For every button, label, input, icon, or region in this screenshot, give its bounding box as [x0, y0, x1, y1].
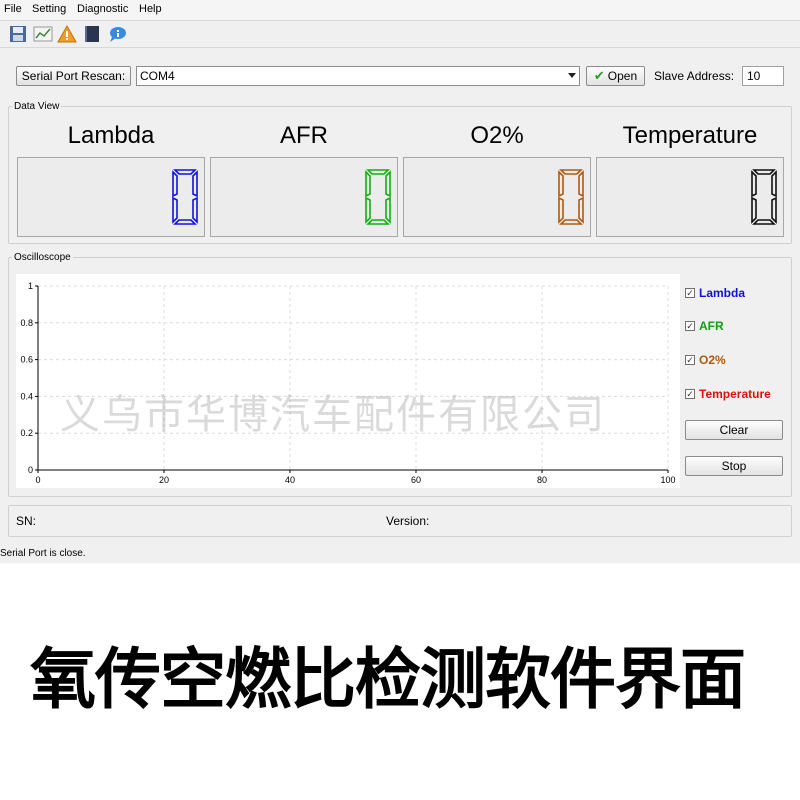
- version-label: Version:: [386, 514, 430, 528]
- checkbox-icon[interactable]: ✓: [685, 321, 695, 331]
- temperature-title: Temperature: [622, 122, 758, 149]
- slave-address-label: Slave Address:: [654, 69, 735, 83]
- afr-channel-toggle[interactable]: ✓ AFR: [685, 318, 724, 334]
- lambda-channel-label: Lambda: [699, 286, 746, 300]
- o2-display: [403, 157, 591, 237]
- o2-channel-toggle[interactable]: ✓ O2%: [685, 352, 726, 368]
- chevron-down-icon: [568, 73, 576, 78]
- x-tick-label: 40: [285, 475, 295, 485]
- y-tick-label: 1: [28, 281, 33, 291]
- x-tick-label: 100: [660, 475, 675, 485]
- clear-button[interactable]: Clear: [685, 420, 783, 440]
- o2-digit: [558, 169, 584, 225]
- sn-label: SN:: [16, 514, 37, 528]
- toolbar: [0, 21, 800, 47]
- y-tick-label: 0.2: [20, 428, 33, 438]
- x-tick-label: 60: [411, 475, 421, 485]
- afr-channel-label: AFR: [699, 319, 724, 333]
- lambda-channel-toggle[interactable]: ✓ Lambda: [685, 285, 745, 301]
- checkbox-icon[interactable]: ✓: [685, 389, 695, 399]
- stop-button[interactable]: Stop: [685, 456, 783, 476]
- y-tick-label: 0.8: [20, 318, 33, 328]
- y-tick-label: 0.6: [20, 355, 33, 365]
- x-tick-label: 80: [537, 475, 547, 485]
- afr-digit: [365, 169, 391, 225]
- caption-text: 氧传空燃比检测软件界面: [30, 642, 746, 716]
- menu-setting[interactable]: Setting: [32, 3, 66, 15]
- divider: [0, 47, 800, 48]
- save-icon[interactable]: [8, 24, 28, 44]
- menu-diagnostic[interactable]: Diagnostic: [77, 3, 128, 15]
- lambda-digit: [172, 169, 198, 225]
- menubar: File Setting Diagnostic Help: [0, 0, 800, 20]
- slave-address-input[interactable]: 10: [742, 66, 784, 86]
- afr-display: [210, 157, 398, 237]
- chart-icon[interactable]: [33, 24, 53, 44]
- temperature-channel-label: Temperature: [699, 387, 771, 401]
- menu-help[interactable]: Help: [139, 3, 162, 15]
- lambda-display: [17, 157, 205, 237]
- afr-title: AFR: [280, 122, 328, 149]
- clear-label: Clear: [719, 423, 749, 437]
- port-select[interactable]: COM4: [136, 66, 580, 86]
- data-view-title: Data View: [12, 101, 62, 112]
- port-value: COM4: [140, 69, 175, 83]
- menu-file[interactable]: File: [4, 3, 22, 15]
- status-text: Serial Port is close.: [0, 548, 86, 559]
- open-label: Open: [607, 69, 638, 83]
- open-button[interactable]: ✔ Open: [586, 66, 645, 86]
- y-tick-label: 0: [28, 465, 33, 475]
- o2-title: O2%: [470, 122, 524, 149]
- check-icon: ✔: [593, 68, 605, 83]
- rescan-label: Serial Port Rescan:: [21, 69, 126, 83]
- warning-icon[interactable]: [57, 24, 77, 44]
- serial-port-rescan-button[interactable]: Serial Port Rescan:: [16, 66, 131, 86]
- book-icon[interactable]: [82, 24, 102, 44]
- x-tick-label: 0: [35, 475, 40, 485]
- plot-canvas: 0 20 40 60 80 100 0 0.2 0.4 0.6 0.8 1: [20, 281, 675, 485]
- temperature-display: [596, 157, 784, 237]
- checkbox-icon[interactable]: ✓: [685, 288, 695, 298]
- slave-address-value: 10: [747, 69, 761, 83]
- watermark: 义乌市华博汽车配件有限公司: [60, 393, 606, 437]
- y-tick-label: 0.4: [20, 391, 33, 401]
- stop-label: Stop: [721, 459, 747, 473]
- oscilloscope-plot: 0 20 40 60 80 100 0 0.2 0.4 0.6 0.8 1: [16, 274, 680, 488]
- lambda-title: Lambda: [67, 122, 155, 149]
- x-tick-label: 20: [159, 475, 169, 485]
- o2-channel-label: O2%: [699, 353, 726, 367]
- oscilloscope-title: Oscilloscope: [12, 252, 73, 263]
- temperature-channel-toggle[interactable]: ✓ Temperature: [685, 386, 771, 402]
- temperature-digit: [751, 169, 777, 225]
- app-window: File Setting Diagnostic Help Serial Port…: [0, 0, 800, 563]
- checkbox-icon[interactable]: ✓: [685, 355, 695, 365]
- info-icon[interactable]: [107, 24, 127, 44]
